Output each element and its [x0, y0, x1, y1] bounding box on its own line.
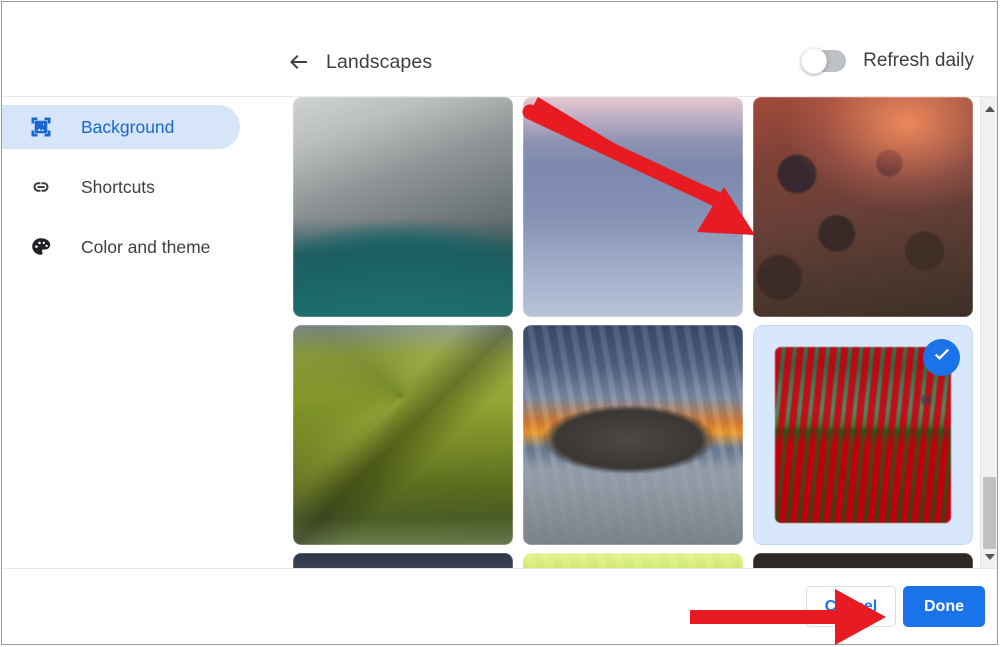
back-button[interactable] — [285, 48, 313, 76]
triangle-down-icon — [984, 553, 995, 560]
scrollbar-thumb[interactable] — [983, 477, 996, 549]
arrow-left-icon — [287, 50, 311, 74]
thumbnail-image — [293, 97, 513, 317]
sidebar-item-background[interactable]: Background — [2, 105, 240, 149]
thumbnail-image — [293, 325, 513, 545]
grid-scrollbar[interactable] — [980, 97, 997, 568]
palette-icon — [28, 234, 54, 260]
image-icon — [28, 114, 54, 140]
sidebar-item-color-and-theme[interactable]: Color and theme — [2, 225, 240, 269]
thumbnail-image — [753, 97, 973, 317]
image-grid-scroll-area — [282, 97, 997, 568]
refresh-daily-control: Refresh daily — [801, 47, 974, 75]
grid-row — [293, 553, 993, 568]
sidebar-item-shortcuts[interactable]: Shortcuts — [2, 165, 240, 209]
image-grid — [293, 97, 993, 568]
dialog-body: Background Shortcuts Color and theme — [2, 97, 997, 569]
selected-check-badge — [923, 339, 960, 376]
sidebar-item-label: Shortcuts — [81, 176, 155, 197]
triangle-up-icon — [984, 105, 995, 112]
background-tile-rocky-shore-sunset[interactable] — [753, 97, 973, 317]
thumbnail-image — [523, 553, 743, 568]
background-tile-snowy-forest[interactable] — [523, 97, 743, 317]
sidebar-item-label: Background — [81, 116, 175, 137]
toggle-knob — [801, 48, 828, 74]
check-icon — [931, 344, 953, 371]
cancel-button[interactable]: Cancel — [806, 586, 896, 627]
sidebar-item-label: Color and theme — [81, 236, 211, 257]
background-tile-mossy-mountain[interactable] — [293, 325, 513, 545]
scroll-up-button[interactable] — [981, 100, 997, 117]
refresh-daily-toggle[interactable] — [801, 48, 847, 74]
grid-row — [293, 325, 993, 545]
background-tile-sunset-sea-stack[interactable] — [523, 325, 743, 545]
dialog-footer: Cancel Done — [2, 569, 997, 644]
background-tile-glacier-lake[interactable] — [293, 97, 513, 317]
thumbnail-image — [293, 553, 513, 568]
done-button[interactable]: Done — [903, 586, 985, 627]
refresh-daily-label: Refresh daily — [863, 50, 974, 71]
scroll-down-button[interactable] — [981, 548, 997, 565]
background-tile-stormy-seascape[interactable] — [293, 553, 513, 568]
sidebar: Background Shortcuts Color and theme — [2, 97, 282, 568]
background-tile-tulip-field-windmill[interactable] — [753, 325, 973, 545]
background-picker-dialog: Landscapes Refresh daily Background Shor… — [1, 1, 998, 645]
thumbnail-image — [753, 553, 973, 568]
thumbnail-image — [775, 347, 951, 523]
link-icon — [28, 174, 54, 200]
thumbnail-image — [523, 325, 743, 545]
background-tile-dark-storm-plain[interactable] — [753, 553, 973, 568]
background-tile-green-tea-terraces[interactable] — [523, 553, 743, 568]
page-title: Landscapes — [326, 51, 433, 73]
thumbnail-image — [523, 97, 743, 317]
grid-row — [293, 97, 993, 317]
dialog-header: Landscapes Refresh daily — [2, 2, 997, 97]
